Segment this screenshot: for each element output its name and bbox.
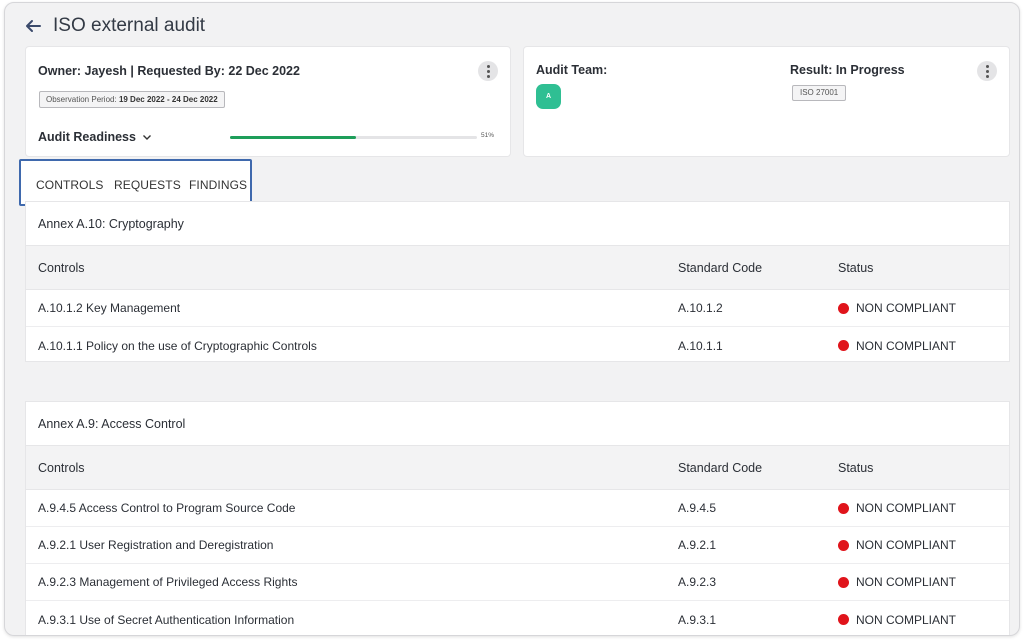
status-dot-icon — [838, 576, 849, 588]
status-dot-icon — [838, 502, 849, 514]
status-text: NON COMPLIANT — [856, 538, 957, 552]
status-dot-icon — [838, 302, 849, 314]
standard-code: A.9.3.1 — [678, 612, 717, 627]
status-cell: NON COMPLIANT — [838, 339, 956, 353]
readiness-progress-bar — [230, 136, 477, 139]
status-text: NON COMPLIANT — [856, 612, 957, 627]
more-options-icon[interactable] — [478, 61, 498, 81]
tab-findings[interactable]: FINDINGS — [189, 178, 247, 192]
readiness-percent: 51% — [481, 132, 495, 139]
status-dot-icon — [838, 340, 849, 351]
status-text: NON COMPLIANT — [856, 501, 957, 515]
control-name: A.9.4.5 Access Control to Program Source… — [38, 501, 296, 515]
standard-code: A.9.2.3 — [678, 575, 717, 589]
audit-readiness-label: Audit Readiness — [38, 130, 136, 144]
column-status: Status — [838, 460, 874, 475]
tab-requests[interactable]: REQUESTS — [114, 178, 181, 192]
standard-code: A.10.1.1 — [678, 338, 723, 353]
audit-summary-card: Owner: Jayesh | Requested By: 22 Dec 202… — [25, 46, 511, 157]
table-row[interactable]: A.9.2.3 Management of Privileged Access … — [26, 564, 1009, 601]
column-status: Status — [838, 260, 874, 275]
status-dot-icon — [838, 614, 849, 625]
section-title: Annex A.10: Cryptography — [26, 202, 1009, 246]
app-window: ISO external audit Owner: Jayesh | Reque… — [4, 2, 1020, 636]
table-row[interactable]: A.9.2.1 User Registration and Deregistra… — [26, 527, 1009, 564]
more-options-icon[interactable] — [977, 61, 997, 81]
observation-period-value: 19 Dec 2022 - 24 Dec 2022 — [118, 95, 218, 104]
standard-code: A.10.1.2 — [678, 301, 723, 315]
status-cell: NON COMPLIANT — [838, 301, 956, 315]
standard-code: A.9.2.1 — [678, 538, 717, 552]
control-name: A.9.2.1 User Registration and Deregistra… — [38, 538, 274, 552]
status-cell: NON COMPLIANT — [838, 575, 956, 589]
section-cryptography: Annex A.10: Cryptography Controls Standa… — [25, 201, 1010, 362]
owner-requested-line: Owner: Jayesh | Requested By: 22 Dec 202… — [38, 64, 300, 78]
table-row[interactable]: A.9.3.1 Use of Secret Authentication Inf… — [26, 601, 1009, 635]
readiness-progress-fill — [230, 136, 356, 139]
status-text: NON COMPLIANT — [856, 338, 957, 353]
audit-readiness-toggle[interactable]: Audit Readiness — [38, 130, 152, 144]
chevron-down-icon — [142, 135, 151, 140]
tab-controls[interactable]: CONTROLS — [36, 178, 103, 192]
table-header: Controls Standard Code Status — [26, 246, 1009, 290]
control-name: A.10.1.2 Key Management — [38, 301, 181, 315]
column-standard-code: Standard Code — [678, 260, 763, 275]
observation-period-label: Observation Period: — [46, 95, 117, 104]
control-name: A.10.1.1 Policy on the use of Cryptograp… — [38, 338, 317, 353]
audit-team-card: Audit Team: A Result: In Progress ISO 27… — [523, 46, 1010, 157]
control-name: A.9.3.1 Use of Secret Authentication Inf… — [38, 612, 295, 627]
table-row[interactable]: A.10.1.2 Key Management A.10.1.2 NON COM… — [26, 290, 1009, 327]
section-access-control: Annex A.9: Access Control Controls Stand… — [25, 401, 1010, 635]
page-header: ISO external audit — [25, 13, 205, 39]
column-standard-code: Standard Code — [678, 460, 763, 475]
section-title: Annex A.9: Access Control — [26, 402, 1009, 446]
table-row[interactable]: A.10.1.1 Policy on the use of Cryptograp… — [26, 327, 1009, 364]
table-header: Controls Standard Code Status — [26, 446, 1009, 490]
column-controls: Controls — [38, 460, 85, 475]
status-text: NON COMPLIANT — [856, 301, 957, 315]
back-arrow-icon[interactable] — [25, 17, 43, 35]
column-controls: Controls — [38, 260, 85, 275]
page-title: ISO external audit — [53, 15, 206, 36]
audit-team-label: Audit Team: — [536, 63, 608, 77]
avatar[interactable]: A — [536, 84, 561, 109]
status-text: NON COMPLIANT — [856, 575, 957, 589]
status-cell: NON COMPLIANT — [838, 613, 956, 627]
standard-badge: ISO 27001 — [792, 85, 847, 101]
result-status: Result: In Progress — [790, 63, 905, 77]
standard-code: A.9.4.5 — [678, 501, 717, 515]
status-cell: NON COMPLIANT — [838, 501, 956, 515]
control-name: A.9.2.3 Management of Privileged Access … — [38, 575, 298, 589]
observation-period-badge: Observation Period: 19 Dec 2022 - 24 Dec… — [39, 91, 225, 108]
table-row[interactable]: A.9.4.5 Access Control to Program Source… — [26, 490, 1009, 527]
status-dot-icon — [838, 539, 849, 551]
tab-bar: CONTROLS REQUESTS FINDINGS — [19, 159, 252, 206]
status-cell: NON COMPLIANT — [838, 538, 956, 552]
